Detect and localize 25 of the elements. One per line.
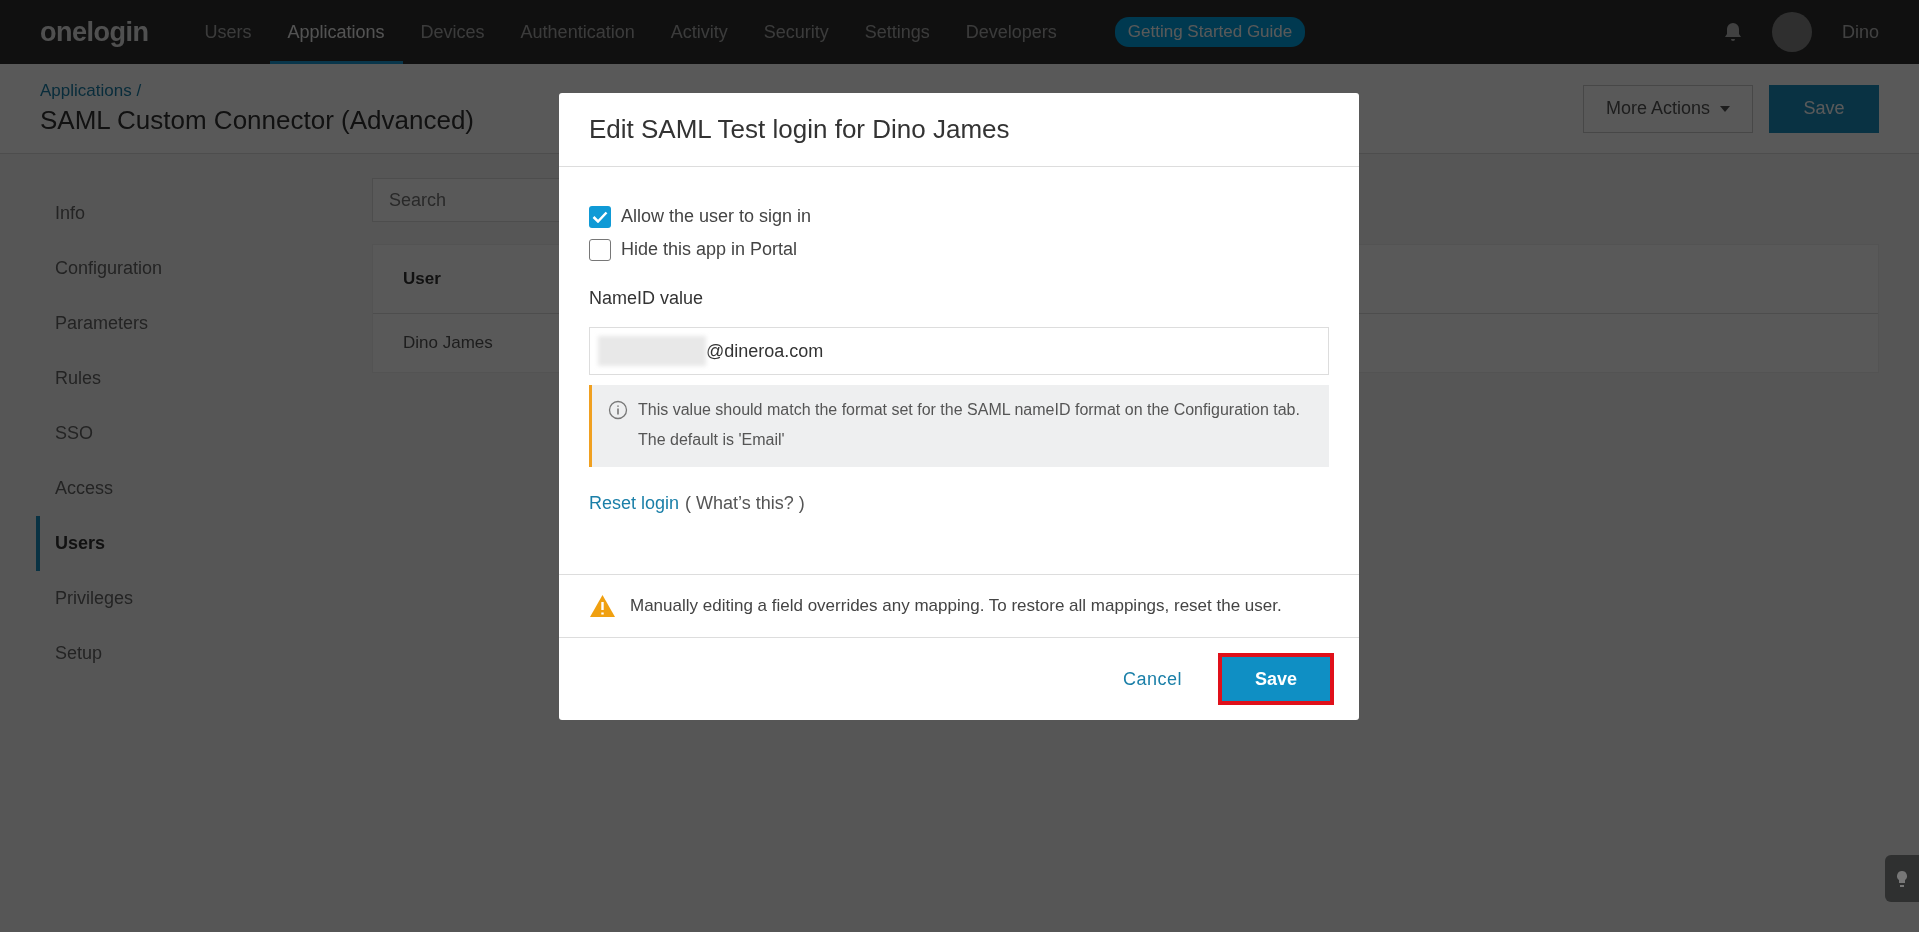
more-actions-button[interactable]: More Actions (1582, 84, 1753, 133)
checkbox[interactable] (589, 205, 611, 228)
lightbulb-icon (1896, 869, 1908, 888)
save-button[interactable]: Save (1769, 84, 1879, 133)
table-cell: Dino James (403, 333, 493, 353)
breadcrumb-link[interactable]: Applications / (40, 81, 474, 101)
reset-login-link[interactable]: Reset login (589, 493, 680, 514)
warning-icon (589, 594, 616, 618)
checkbox[interactable] (589, 238, 611, 261)
nameid-input[interactable]: @dineroa.com (589, 327, 1329, 375)
whats-this-text[interactable]: ( What’s this? ) (685, 493, 805, 514)
caret-icon (1720, 105, 1730, 112)
warning-text: Manually editing a field overrides any mapping. To restore all mappings, reset the user. (630, 596, 1282, 616)
save-button[interactable]: Save (1218, 653, 1334, 705)
logo: onelogin (40, 16, 149, 48)
info-icon (608, 400, 628, 420)
sidebar-item[interactable]: Users (36, 516, 372, 571)
help-tab[interactable] (1885, 855, 1919, 902)
field-label: NameID value (589, 288, 705, 309)
bell-icon[interactable] (1723, 22, 1742, 42)
page-title: SAML Custom Connector (Advanced) (40, 105, 474, 136)
dialog-title: Edit SAML Test login for Dino James (559, 93, 1359, 167)
getting-started-button[interactable]: Getting Started Guide (1114, 17, 1306, 47)
info-text: This value should match the format set for the SAML nameID format on the Configuration tab. The default is 'Email' (638, 400, 1301, 450)
cancel-button[interactable]: Cancel (1116, 667, 1188, 691)
